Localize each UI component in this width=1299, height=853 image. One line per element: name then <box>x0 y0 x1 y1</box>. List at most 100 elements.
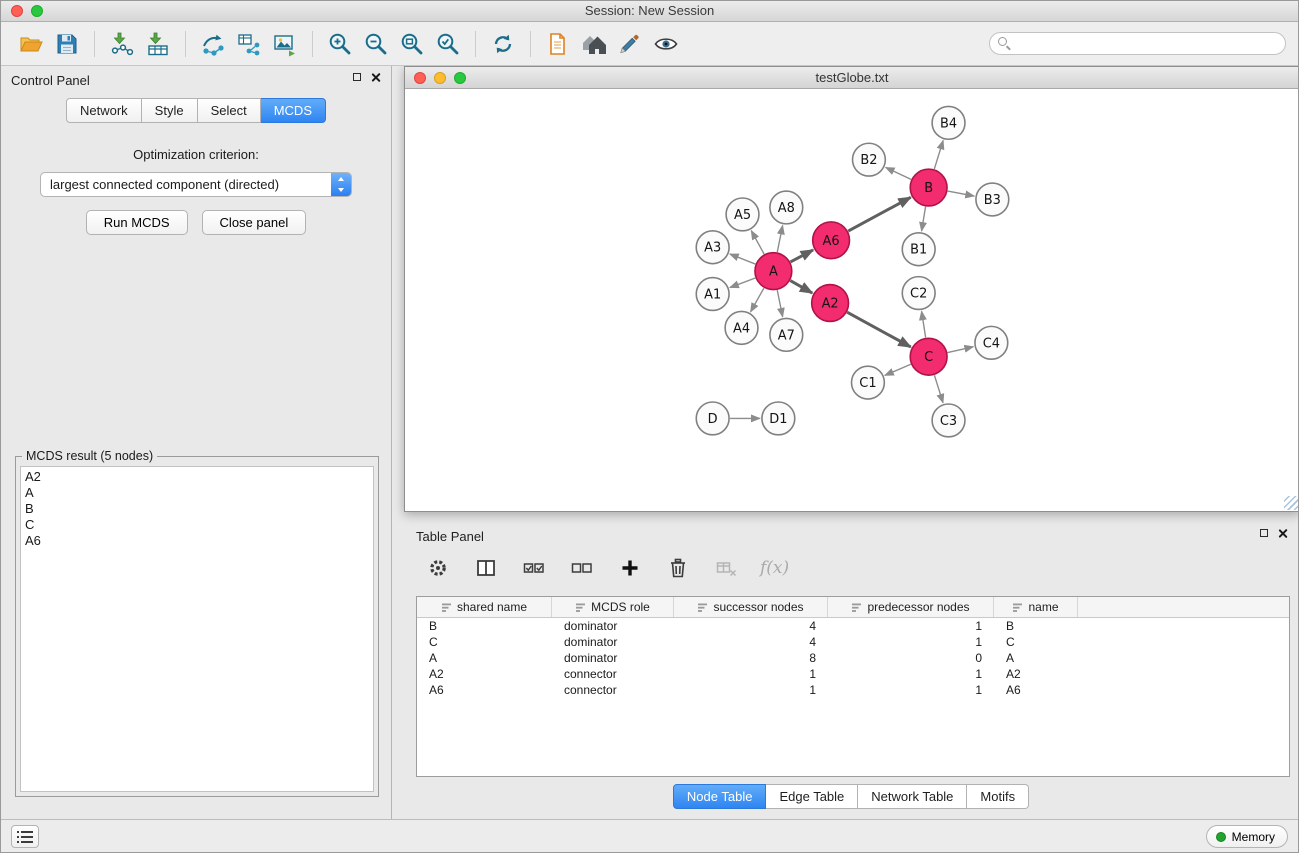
network-node-A2[interactable]: A2 <box>812 285 849 322</box>
toggle-graphics-details-button[interactable] <box>648 27 684 61</box>
close-table-panel-button[interactable] <box>1278 528 1288 538</box>
table-row[interactable]: A6connector11A6 <box>417 682 1289 698</box>
help-home-button[interactable] <box>576 27 612 61</box>
table-row[interactable]: Adominator80A <box>417 650 1289 666</box>
network-edge-A6-B[interactable] <box>848 197 911 231</box>
network-edge-B-B3[interactable] <box>948 191 974 196</box>
network-edge-A-A1[interactable] <box>730 278 755 288</box>
import-network-button[interactable] <box>104 27 140 61</box>
import-table-button[interactable] <box>140 27 176 61</box>
tab-network[interactable]: Network <box>66 98 142 123</box>
network-node-D1[interactable]: D1 <box>762 402 795 435</box>
close-panel-button[interactable] <box>371 72 381 82</box>
table-settings-button[interactable] <box>424 554 452 582</box>
close-window-button[interactable] <box>11 5 23 17</box>
tab-edge-table[interactable]: Edge Table <box>766 784 858 809</box>
network-node-A6[interactable]: A6 <box>813 222 850 259</box>
show-columns-button[interactable] <box>472 554 500 582</box>
network-edge-A-A4[interactable] <box>751 288 764 312</box>
network-node-B2[interactable]: B2 <box>852 143 885 176</box>
network-node-C[interactable]: C <box>910 338 947 375</box>
network-node-B[interactable]: B <box>910 169 947 206</box>
zoom-in-button[interactable] <box>322 27 358 61</box>
mcds-result-item[interactable]: B <box>25 501 373 517</box>
tab-style[interactable]: Style <box>142 98 198 123</box>
network-edge-A2-C[interactable] <box>847 312 911 347</box>
apply-function-button[interactable]: f(x) <box>760 554 789 582</box>
mcds-result-item[interactable]: C <box>25 517 373 533</box>
task-history-button[interactable] <box>11 825 39 848</box>
refresh-view-button[interactable] <box>485 27 521 61</box>
tab-motifs[interactable]: Motifs <box>967 784 1029 809</box>
deselect-all-rows-button[interactable] <box>568 554 596 582</box>
open-session-button[interactable] <box>13 27 49 61</box>
delete-rows-button[interactable] <box>664 554 692 582</box>
table-row[interactable]: Cdominator41C <box>417 634 1289 650</box>
style-tool-button[interactable] <box>612 27 648 61</box>
column-header-MCDS-role[interactable]: MCDS role <box>552 597 674 617</box>
network-close-button[interactable] <box>414 72 426 84</box>
network-minimize-button[interactable] <box>434 72 446 84</box>
table-row[interactable]: Bdominator41B <box>417 618 1289 634</box>
network-zoom-button[interactable] <box>454 72 466 84</box>
float-table-panel-button[interactable] <box>1260 529 1268 537</box>
zoom-window-button[interactable] <box>31 5 43 17</box>
window-resize-grip[interactable] <box>1284 496 1298 510</box>
column-header-predecessor-nodes[interactable]: predecessor nodes <box>828 597 994 617</box>
network-node-A5[interactable]: A5 <box>726 198 759 231</box>
network-node-B3[interactable]: B3 <box>976 183 1009 216</box>
network-edge-A-A2[interactable] <box>790 281 812 293</box>
network-node-A3[interactable]: A3 <box>696 231 729 264</box>
network-edge-C-C3[interactable] <box>934 375 943 403</box>
network-node-C3[interactable]: C3 <box>932 404 965 437</box>
export-document-button[interactable] <box>540 27 576 61</box>
network-node-A4[interactable]: A4 <box>725 311 758 344</box>
column-header-successor-nodes[interactable]: successor nodes <box>674 597 828 617</box>
network-edge-B-B1[interactable] <box>922 207 926 231</box>
tab-select[interactable]: Select <box>198 98 261 123</box>
network-node-A7[interactable]: A7 <box>770 318 803 351</box>
column-header-name[interactable]: name <box>994 597 1078 617</box>
search-input[interactable] <box>989 32 1286 55</box>
network-canvas[interactable]: B4 B2 B B3 A8 A5 A6 A3 B1 A C2 A1 A2 A4 A7 C4 C C1 C3 D D1 <box>406 90 1298 510</box>
mcds-result-list[interactable]: A2ABCA6 <box>20 466 374 792</box>
table-row[interactable]: A2connector11A2 <box>417 666 1289 682</box>
network-node-C2[interactable]: C2 <box>902 277 935 310</box>
export-image-button[interactable] <box>267 27 303 61</box>
network-node-C1[interactable]: C1 <box>852 366 885 399</box>
float-panel-button[interactable] <box>353 73 361 81</box>
tab-node-table[interactable]: Node Table <box>673 784 767 809</box>
zoom-fit-button[interactable] <box>394 27 430 61</box>
network-edge-A-A3[interactable] <box>730 254 756 264</box>
export-table-button[interactable] <box>231 27 267 61</box>
network-node-B4[interactable]: B4 <box>932 106 965 139</box>
mcds-result-item[interactable]: A2 <box>25 469 373 485</box>
tab-network-table[interactable]: Network Table <box>858 784 967 809</box>
network-node-A8[interactable]: A8 <box>770 191 803 224</box>
tab-mcds[interactable]: MCDS <box>261 98 326 123</box>
add-row-button[interactable] <box>616 554 644 582</box>
delete-table-button[interactable] <box>712 554 740 582</box>
close-panel-action-button[interactable]: Close panel <box>202 210 307 235</box>
mcds-result-item[interactable]: A <box>25 485 373 501</box>
network-edge-B-B4[interactable] <box>934 140 943 169</box>
save-session-button[interactable] <box>49 27 85 61</box>
network-edge-A-A5[interactable] <box>751 231 764 254</box>
network-node-C4[interactable]: C4 <box>975 326 1008 359</box>
select-all-rows-button[interactable] <box>520 554 548 582</box>
mcds-result-item[interactable]: A6 <box>25 533 373 549</box>
network-node-A[interactable]: A <box>755 253 792 290</box>
network-node-B1[interactable]: B1 <box>902 233 935 266</box>
network-node-D[interactable]: D <box>696 402 729 435</box>
zoom-out-button[interactable] <box>358 27 394 61</box>
zoom-selected-button[interactable] <box>430 27 466 61</box>
network-edge-A-A8[interactable] <box>777 225 782 252</box>
criterion-select[interactable]: largest connected component (directed) <box>40 172 352 197</box>
memory-button[interactable]: Memory <box>1206 825 1288 848</box>
network-node-A1[interactable]: A1 <box>696 278 729 311</box>
network-edge-C-C2[interactable] <box>922 311 926 337</box>
column-header-shared-name[interactable]: shared name <box>417 597 552 617</box>
network-edge-C-C4[interactable] <box>948 347 974 353</box>
run-mcds-button[interactable]: Run MCDS <box>86 210 188 235</box>
network-edge-A-A6[interactable] <box>790 250 813 262</box>
